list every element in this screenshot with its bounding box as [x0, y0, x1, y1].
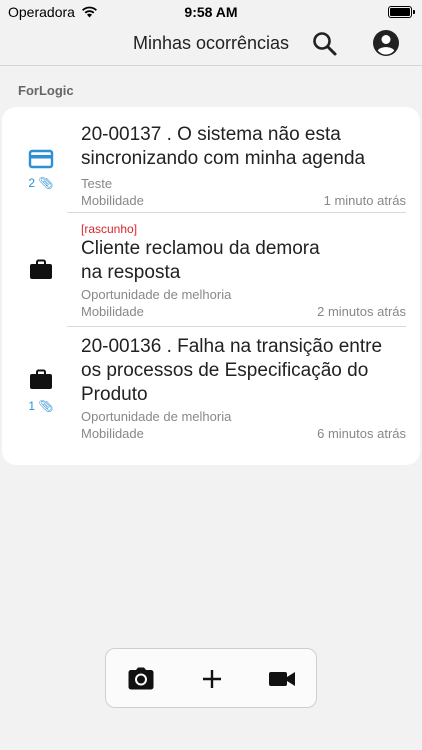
battery-icon [388, 6, 415, 18]
item-footer: Mobilidade 6 minutos atrás [81, 425, 406, 442]
attachment-count: 1 📎︎ [28, 399, 54, 413]
camera-icon[interactable] [127, 666, 155, 692]
credit-card-icon [28, 149, 54, 169]
attachment-count-value: 2 [28, 176, 36, 190]
item-category: Oportunidade de melhoria [81, 409, 232, 424]
briefcase-icon [30, 259, 52, 279]
item-area: Mobilidade [81, 304, 144, 319]
item-title-line: na resposta [81, 262, 181, 283]
list-item[interactable]: [rascunho] Cliente reclamou da demora na… [2, 215, 420, 327]
item-title-line: Produto [81, 384, 148, 405]
attachment-count-value: 1 [28, 399, 36, 413]
item-body: 20-00136 . Falha na transição entre os p… [81, 335, 406, 442]
wifi-icon [81, 6, 97, 18]
action-bar [105, 648, 317, 708]
item-time: 1 minuto atrás [323, 193, 406, 208]
item-title-line: Cliente reclamou da demora [81, 238, 320, 259]
item-time: 6 minutos atrás [317, 426, 406, 441]
status-bar: Operadora 9:58 AM [0, 0, 422, 24]
item-footer: Mobilidade 1 minuto atrás [81, 192, 406, 209]
list-item[interactable]: 1 📎︎ 20-00136 . Falha na transição entre… [2, 329, 420, 459]
item-time: 2 minutos atrás [317, 304, 406, 319]
item-area: Mobilidade [81, 193, 144, 208]
draft-badge: [rascunho] [81, 222, 138, 236]
item-category: Teste [81, 176, 113, 191]
item-body: [rascunho] Cliente reclamou da demora na… [81, 221, 406, 320]
item-body: 20-00137 . O sistema não esta sincroniza… [81, 123, 406, 209]
carrier-label: Operadora [8, 4, 75, 20]
section-label: ForLogic [18, 83, 74, 98]
list-item[interactable]: 2 📎︎ 20-00137 . O sistema não esta sincr… [2, 119, 420, 214]
item-area: Mobilidade [81, 426, 144, 441]
item-title-line: 20-00137 . O sistema não esta [81, 124, 341, 145]
video-camera-icon[interactable] [268, 666, 296, 692]
occurrence-list: 2 📎︎ 20-00137 . O sistema não esta sincr… [2, 107, 420, 465]
item-category: Oportunidade de melhoria [81, 287, 232, 302]
divider [67, 212, 406, 213]
item-footer: Mobilidade 2 minutos atrás [81, 303, 406, 320]
plus-icon[interactable] [198, 666, 226, 692]
account-icon[interactable] [372, 29, 400, 57]
nav-bar: Minhas ocorrências [0, 24, 422, 66]
paperclip-icon: 📎︎ [38, 176, 54, 190]
page-title: Minhas ocorrências [132, 33, 290, 53]
briefcase-icon [30, 369, 52, 389]
item-title-line: os processos de Especificação do [81, 360, 369, 381]
attachment-count: 2 📎︎ [28, 176, 54, 190]
divider [67, 326, 406, 327]
status-left: Operadora [8, 4, 98, 20]
item-title-line: sincronizando com minha agenda [81, 148, 366, 169]
search-icon[interactable] [311, 30, 339, 58]
item-title-line: 20-00136 . Falha na transição entre [81, 336, 383, 357]
paperclip-icon: 📎︎ [38, 399, 54, 413]
